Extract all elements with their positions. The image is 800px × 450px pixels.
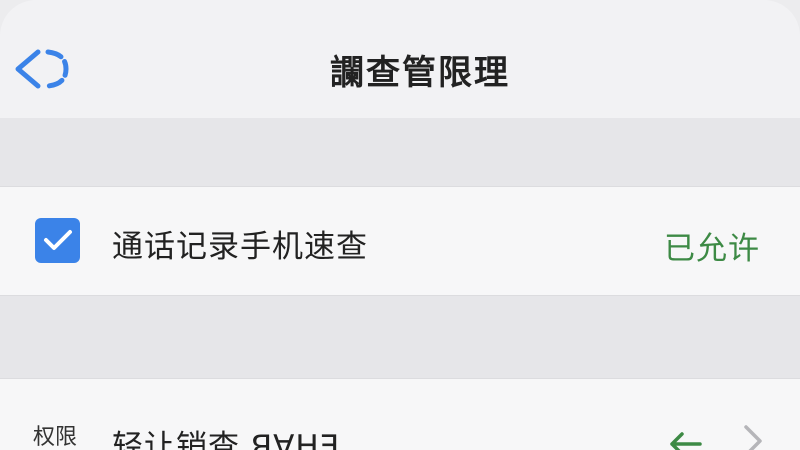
permission-checkbox[interactable]	[35, 218, 80, 263]
list-item-call-log[interactable]: 通话记录手机速查 已允许	[0, 186, 800, 296]
row-label: 轻让销查 ꓭ∀HƎ	[112, 429, 341, 450]
section-gap	[0, 118, 800, 186]
section-gap	[0, 296, 800, 378]
left-arrow-icon	[670, 432, 702, 450]
chevron-right-icon[interactable]	[742, 423, 764, 450]
checkmark-icon	[44, 230, 72, 250]
status-text: 已允许	[664, 231, 760, 267]
row-label: 通话记录手机速查	[112, 229, 368, 265]
list-item-permission[interactable]: 权限 轻让销查 ꓭ∀HƎ	[0, 378, 800, 450]
page-title: 讕查管限理	[330, 53, 510, 93]
back-chevron-icon	[15, 49, 69, 89]
navigation-bar: 讕查管限理	[0, 0, 800, 118]
section-tag: 权限	[33, 425, 78, 450]
back-button[interactable]	[12, 44, 72, 94]
screen: 讕查管限理 通话记录手机速查 已允许 权限 轻让销查 ꓭ∀HƎ	[0, 0, 800, 450]
